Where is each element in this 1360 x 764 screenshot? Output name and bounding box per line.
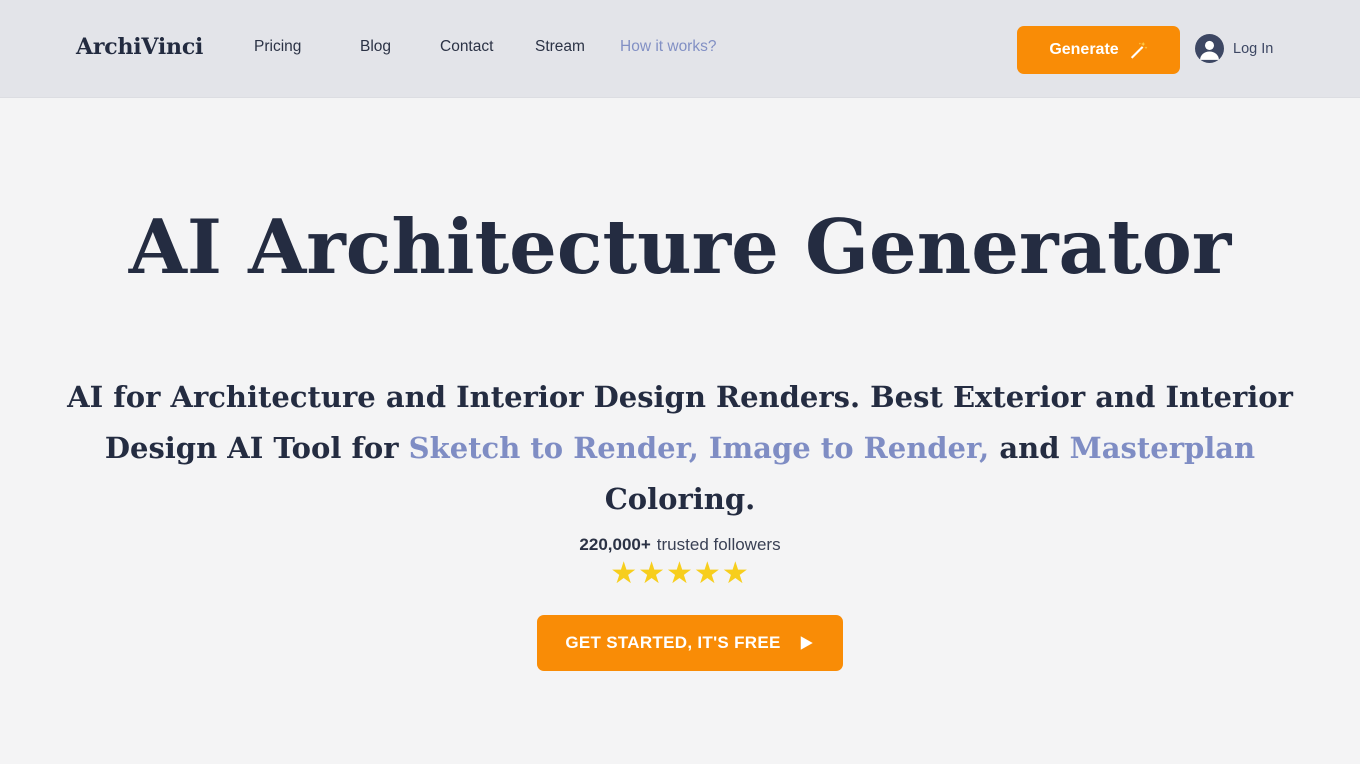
login-control[interactable]: Log In: [1195, 34, 1273, 63]
site-logo[interactable]: ArchiVinci: [76, 34, 203, 60]
user-avatar-icon: [1195, 34, 1224, 63]
generate-button[interactable]: Generate: [1017, 26, 1180, 74]
follower-label: trusted followers: [656, 535, 781, 554]
hero-subtitle: AI for Architecture and Interior Design …: [30, 372, 1330, 525]
nav-item-stream[interactable]: Stream: [535, 38, 620, 56]
nav-item-pricing[interactable]: Pricing: [254, 38, 360, 56]
subtitle-part-2: and: [989, 431, 1070, 465]
follower-count: 220,000+: [579, 535, 651, 554]
magic-wand-icon: [1130, 41, 1148, 59]
login-label: Log In: [1233, 40, 1274, 57]
page-title: AI Architecture Generator: [128, 203, 1232, 291]
get-started-label: GET STARTED, IT'S FREE: [565, 633, 781, 652]
star-rating: ★★★★★: [610, 557, 750, 590]
generate-button-label: Generate: [1049, 41, 1119, 58]
play-arrow-icon: [800, 636, 813, 650]
social-proof: 220,000+ trusted followers: [0, 535, 1360, 555]
nav-item-how-it-works[interactable]: How it works?: [620, 38, 716, 56]
site-header: ArchiVinci Pricing Blog Contact Stream H…: [0, 0, 1360, 98]
subtitle-highlight-1: Sketch to Render, Image to Render,: [408, 431, 990, 465]
main-navigation: Pricing Blog Contact Stream How it works…: [254, 38, 716, 56]
get-started-button[interactable]: GET STARTED, IT'S FREE: [537, 615, 843, 671]
nav-item-blog[interactable]: Blog: [360, 38, 440, 56]
subtitle-highlight-2: Masterplan: [1069, 431, 1256, 465]
hero-section: AI Architecture Generator AI for Archite…: [0, 98, 1360, 764]
nav-item-contact[interactable]: Contact: [440, 38, 535, 56]
subtitle-part-3: Coloring.: [604, 482, 756, 516]
